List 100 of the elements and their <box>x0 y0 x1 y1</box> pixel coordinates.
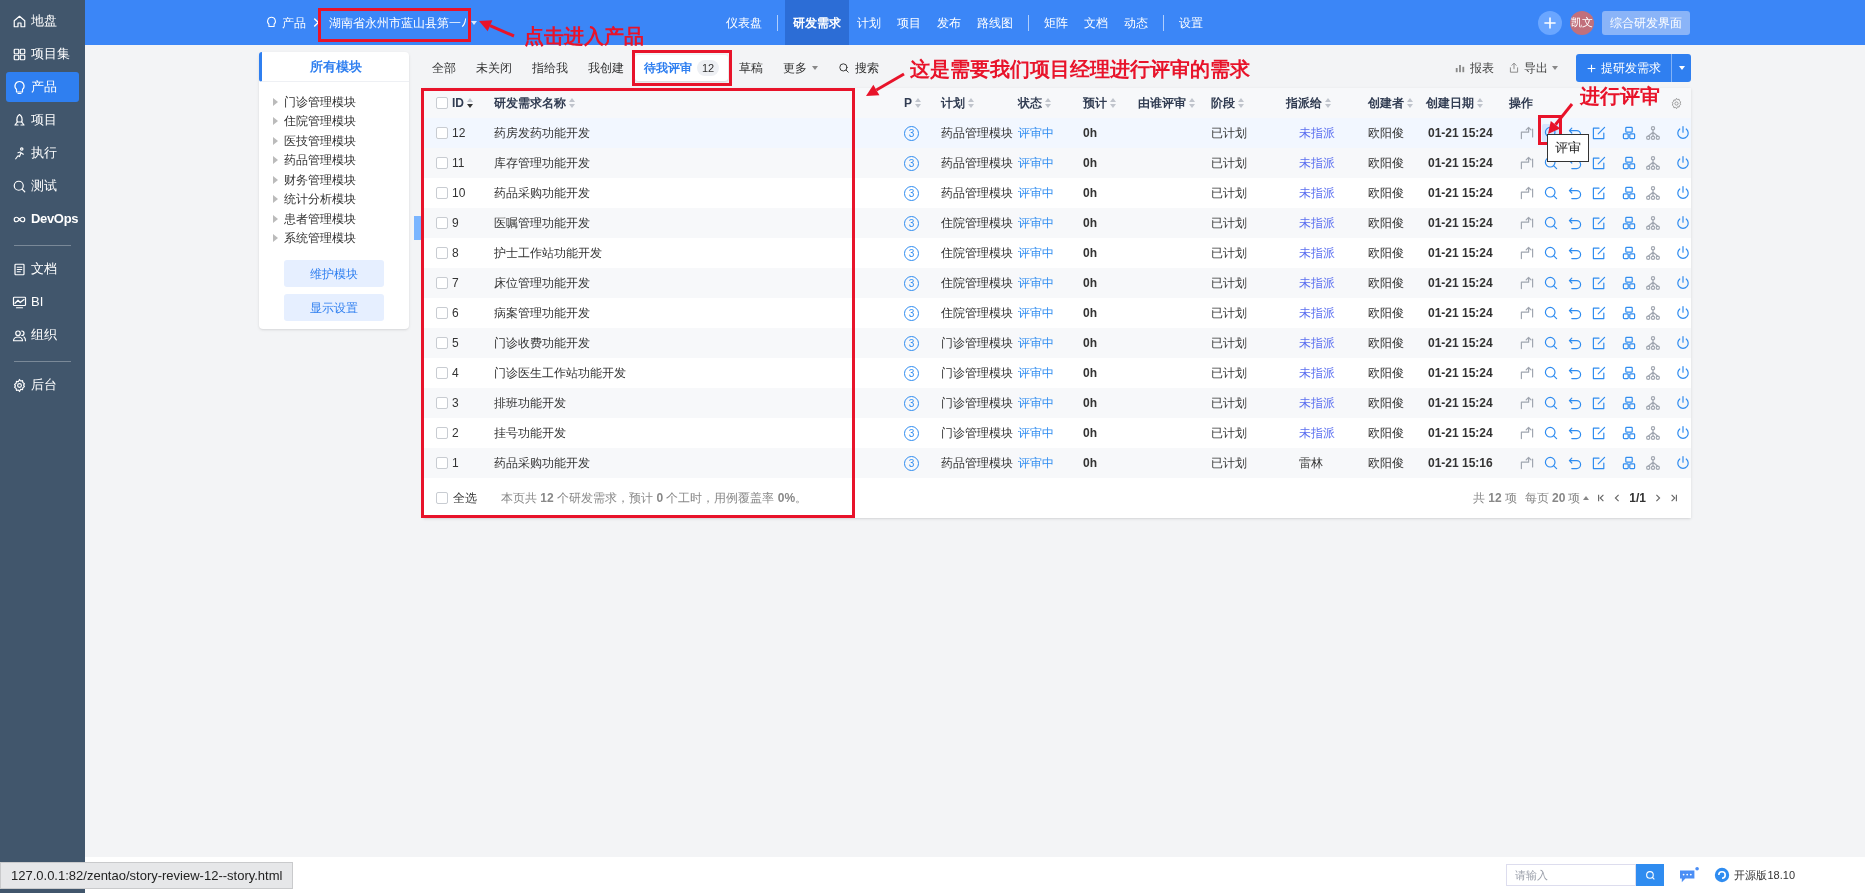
change-icon[interactable] <box>1518 364 1536 382</box>
nav-tab[interactable]: 矩阵 <box>1036 0 1076 45</box>
maintain-modules-button[interactable]: 维护模块 <box>284 260 384 287</box>
checkbox[interactable] <box>436 187 448 199</box>
filter-tab[interactable]: 未关闭 <box>467 55 521 81</box>
sidebar-item[interactable]: 项目 <box>6 105 79 135</box>
nav-tab[interactable]: 文档 <box>1076 0 1116 45</box>
hierarchy-icon[interactable] <box>1644 274 1662 292</box>
nav-tab[interactable]: 研发需求 <box>785 0 849 45</box>
breadcrumb-link[interactable]: 产品 <box>265 13 306 32</box>
edit-icon[interactable] <box>1590 214 1608 232</box>
display-settings-button[interactable]: 显示设置 <box>284 294 384 321</box>
search-field[interactable]: 请输入 <box>1506 864 1637 886</box>
nav-tab[interactable]: 路线图 <box>969 0 1021 45</box>
table-row[interactable]: 9 医嘱管理功能开发 3 住院管理模块 评审中 0h 已计划 未指派 欧阳俊 01-21 15:24 <box>423 208 1691 238</box>
power-icon[interactable] <box>1674 424 1692 442</box>
blocks-icon[interactable] <box>1620 394 1638 412</box>
checkbox[interactable] <box>436 337 448 349</box>
module-tab[interactable]: 所有模块 <box>259 52 409 82</box>
power-icon[interactable] <box>1674 334 1692 352</box>
checkbox[interactable] <box>436 397 448 409</box>
filter-tab[interactable]: 草稿 <box>730 55 773 81</box>
story-title[interactable]: 排班功能开发 <box>494 396 566 410</box>
assign-link[interactable]: 未指派 <box>1299 186 1335 200</box>
power-icon[interactable] <box>1674 184 1692 202</box>
edit-icon[interactable] <box>1590 154 1608 172</box>
sidebar-item[interactable]: 后台 <box>6 370 79 400</box>
hierarchy-icon[interactable] <box>1644 364 1662 382</box>
change-icon[interactable] <box>1518 184 1536 202</box>
power-icon[interactable] <box>1674 394 1692 412</box>
module-item[interactable]: 系统管理模块 <box>273 228 409 248</box>
more-dropdown[interactable]: 更多 <box>774 55 828 81</box>
edit-icon[interactable] <box>1590 334 1608 352</box>
change-icon[interactable] <box>1518 304 1536 322</box>
checkbox[interactable] <box>436 367 448 379</box>
story-title[interactable]: 门诊收费功能开发 <box>494 336 590 350</box>
assign-link[interactable]: 未指派 <box>1299 126 1335 140</box>
sidebar-item[interactable]: 执行 <box>6 138 79 168</box>
story-title[interactable]: 护士工作站功能开发 <box>494 246 602 260</box>
change-icon[interactable] <box>1518 454 1536 472</box>
power-icon[interactable] <box>1674 304 1692 322</box>
story-title[interactable]: 病案管理功能开发 <box>494 306 590 320</box>
story-title[interactable]: 医嘱管理功能开发 <box>494 216 590 230</box>
blocks-icon[interactable] <box>1620 274 1638 292</box>
blocks-icon[interactable] <box>1620 334 1638 352</box>
hierarchy-icon[interactable] <box>1644 424 1662 442</box>
filter-tab[interactable]: 指给我 <box>523 55 577 81</box>
module-item[interactable]: 住院管理模块 <box>273 111 409 131</box>
story-title[interactable]: 门诊医生工作站功能开发 <box>494 366 626 380</box>
change-icon[interactable] <box>1518 274 1536 292</box>
edit-icon[interactable] <box>1590 364 1608 382</box>
filter-tab[interactable]: 待我评审 12 <box>635 55 729 81</box>
chat-icon[interactable] <box>1678 866 1701 884</box>
hierarchy-icon[interactable] <box>1644 154 1662 172</box>
hierarchy-icon[interactable] <box>1644 244 1662 262</box>
power-icon[interactable] <box>1674 274 1692 292</box>
edit-icon[interactable] <box>1590 304 1608 322</box>
assign-link[interactable]: 未指派 <box>1299 216 1335 230</box>
first-page-icon[interactable] <box>1597 494 1606 502</box>
assign-link[interactable]: 未指派 <box>1299 156 1335 170</box>
search-button[interactable]: 搜索 <box>829 55 889 81</box>
checkbox[interactable] <box>436 97 448 109</box>
nav-tab[interactable]: 项目 <box>889 0 929 45</box>
sidebar-item[interactable]: BI <box>6 287 79 317</box>
checkbox[interactable] <box>436 457 448 469</box>
blocks-icon[interactable] <box>1620 304 1638 322</box>
edit-icon[interactable] <box>1590 454 1608 472</box>
hierarchy-icon[interactable] <box>1644 124 1662 142</box>
sidebar-item[interactable]: 组织 <box>6 320 79 350</box>
blocks-icon[interactable] <box>1620 244 1638 262</box>
module-item[interactable]: 药品管理模块 <box>273 150 409 170</box>
table-row[interactable]: 1 药品采购功能开发 3 药品管理模块 评审中 0h 已计划 雷林 欧阳俊 01-21 15:16 <box>423 448 1691 478</box>
story-title[interactable]: 库存管理功能开发 <box>494 156 590 170</box>
power-icon[interactable] <box>1674 214 1692 232</box>
change-icon[interactable] <box>1518 334 1536 352</box>
edit-icon[interactable] <box>1590 124 1608 142</box>
blocks-icon[interactable] <box>1620 364 1638 382</box>
assign-link[interactable]: 未指派 <box>1299 306 1335 320</box>
checkbox[interactable] <box>436 157 448 169</box>
power-icon[interactable] <box>1674 154 1692 172</box>
checkbox[interactable] <box>436 127 448 139</box>
change-icon[interactable] <box>1518 394 1536 412</box>
nav-tab[interactable]: 发布 <box>929 0 969 45</box>
search-button[interactable] <box>1636 864 1665 886</box>
blocks-icon[interactable] <box>1620 124 1638 142</box>
filter-tab[interactable]: 全部 <box>423 55 465 81</box>
blocks-icon[interactable] <box>1620 154 1638 172</box>
module-item[interactable]: 医技管理模块 <box>273 131 409 151</box>
next-page-icon[interactable] <box>1654 494 1662 502</box>
nav-tab[interactable]: 仪表盘 <box>718 0 770 45</box>
change-icon[interactable] <box>1518 124 1536 142</box>
edition-link[interactable]: 开源版18.10 <box>1714 866 1795 884</box>
change-icon[interactable] <box>1518 244 1536 262</box>
assign-link[interactable]: 未指派 <box>1299 246 1335 260</box>
story-title[interactable]: 挂号功能开发 <box>494 426 566 440</box>
sidebar-item[interactable]: 地盘 <box>6 6 79 36</box>
change-icon[interactable] <box>1518 424 1536 442</box>
hierarchy-icon[interactable] <box>1644 214 1662 232</box>
edit-icon[interactable] <box>1590 394 1608 412</box>
power-icon[interactable] <box>1674 124 1692 142</box>
